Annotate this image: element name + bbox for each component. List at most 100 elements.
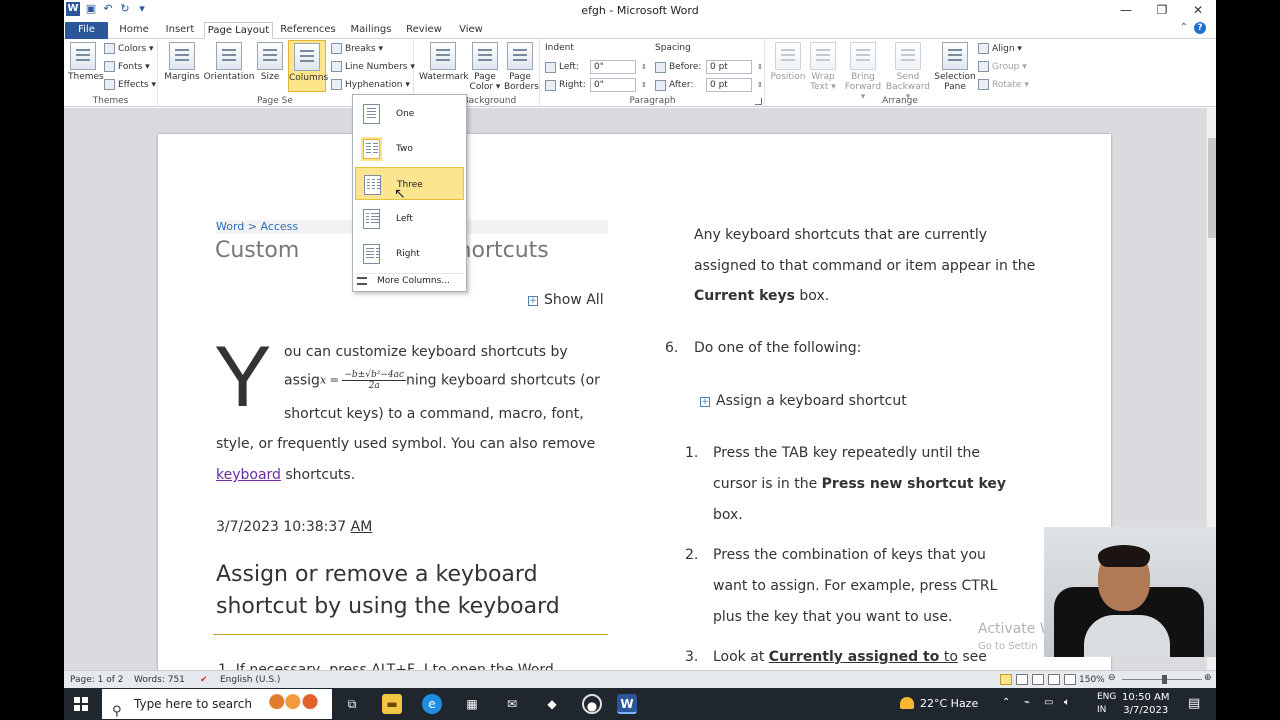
- zoom-slider-knob[interactable]: [1162, 675, 1167, 684]
- language-indicator[interactable]: English (U.S.): [220, 675, 280, 685]
- wrap-text-button[interactable]: Wrap Text ▾: [808, 42, 838, 92]
- keyboard-link[interactable]: keyboard: [216, 467, 281, 483]
- columns-button[interactable]: Columns: [288, 40, 328, 92]
- windows-start-icon[interactable]: [74, 697, 88, 711]
- outline-view-icon[interactable]: [1048, 674, 1060, 685]
- language-tray[interactable]: ENG IN: [1097, 691, 1116, 717]
- mail-icon[interactable]: ✉: [502, 694, 522, 714]
- close-button[interactable]: ✕: [1180, 0, 1216, 21]
- weather-widget[interactable]: 22°C Haze: [900, 697, 978, 710]
- print-layout-view-icon[interactable]: [1000, 674, 1012, 685]
- full-screen-view-icon[interactable]: [1016, 674, 1028, 685]
- webcam-person-shirt: [1084, 615, 1170, 657]
- margins-button[interactable]: Margins: [164, 42, 200, 82]
- battery-icon[interactable]: ▭: [1044, 697, 1053, 720]
- colors-button[interactable]: Colors ▾: [104, 43, 154, 54]
- volume-icon[interactable]: 🔈︎: [1064, 697, 1070, 720]
- file-explorer-icon[interactable]: ▬: [382, 694, 402, 714]
- indent-left-field[interactable]: 0": [590, 60, 636, 74]
- zoom-in-icon[interactable]: ⊕: [1204, 673, 1212, 683]
- page-color-button[interactable]: Page Color ▾: [469, 42, 501, 92]
- tab-home[interactable]: Home: [116, 22, 152, 39]
- help-icon[interactable]: ?: [1194, 22, 1206, 34]
- columns-option-one[interactable]: One: [355, 97, 464, 130]
- group-objects-button[interactable]: Group ▾: [978, 61, 1027, 72]
- microsoft-store-icon[interactable]: ▦: [462, 694, 482, 714]
- effects-button[interactable]: Effects ▾: [104, 79, 156, 90]
- breaks-button[interactable]: Breaks ▾: [331, 43, 383, 54]
- mouse-cursor-icon: ↖: [394, 186, 406, 202]
- spacing-after-spinner[interactable]: ⇕: [757, 81, 763, 89]
- word-count[interactable]: Words: 751: [134, 675, 185, 685]
- themes-button[interactable]: Themes: [68, 42, 104, 82]
- edge-browser-icon[interactable]: e: [422, 694, 442, 714]
- web-layout-view-icon[interactable]: [1032, 674, 1044, 685]
- arrange-group-label: Arrange: [882, 96, 918, 106]
- page-count[interactable]: Page: 1 of 2: [70, 675, 124, 685]
- line-numbers-button[interactable]: Line Numbers ▾: [331, 61, 415, 72]
- chrome-icon[interactable]: ●: [582, 694, 602, 714]
- network-icon[interactable]: ⌁: [1024, 697, 1030, 720]
- tab-review[interactable]: Review: [405, 22, 443, 39]
- taskbar-search-box[interactable]: ⚲ Type here to search: [102, 689, 332, 719]
- step6-number: 6.: [665, 340, 679, 356]
- colors-icon: [104, 43, 115, 54]
- columns-option-two[interactable]: Two: [355, 132, 464, 165]
- align-button[interactable]: Align ▾: [978, 43, 1022, 54]
- proofing-icon[interactable]: ✔: [200, 675, 208, 685]
- columns-icon: [294, 43, 320, 71]
- tab-mailings[interactable]: Mailings: [347, 22, 395, 39]
- expand-plus-icon: +: [528, 296, 538, 306]
- document-area[interactable]: Word > Access Custom ard shortcuts + Show…: [64, 108, 1206, 670]
- scroll-thumb[interactable]: [1208, 138, 1216, 238]
- tab-file[interactable]: File: [65, 22, 108, 39]
- spacing-before-field[interactable]: 0 pt: [706, 60, 752, 74]
- draft-view-icon[interactable]: [1064, 674, 1076, 685]
- system-clock[interactable]: 10:50 AM 3/7/2023: [1122, 691, 1169, 717]
- spacing-before-spinner[interactable]: ⇕: [757, 63, 763, 71]
- two-columns-icon: [363, 139, 380, 159]
- position-button[interactable]: Position: [768, 42, 808, 82]
- spacing-before-icon: [655, 61, 666, 73]
- paragraph-dialog-launcher[interactable]: [755, 98, 762, 105]
- fonts-button[interactable]: Fonts ▾: [104, 61, 150, 72]
- minimize-button[interactable]: —: [1108, 0, 1144, 21]
- assign-shortcut-expander[interactable]: + Assign a keyboard shortcut: [700, 393, 907, 409]
- minimize-ribbon-icon[interactable]: ⌃: [1180, 22, 1188, 34]
- orientation-button[interactable]: Orientation: [203, 42, 255, 82]
- tab-page-layout[interactable]: Page Layout: [204, 22, 273, 39]
- selection-pane-button[interactable]: Selection Pane: [934, 42, 976, 92]
- bring-forward-icon: [850, 42, 876, 70]
- size-button[interactable]: Size: [257, 42, 283, 82]
- word-taskbar-icon[interactable]: W: [617, 694, 637, 714]
- zoom-level[interactable]: 150%: [1079, 675, 1105, 685]
- send-backward-button[interactable]: Send Backward ▾: [886, 42, 930, 102]
- indent-right-field[interactable]: 0": [590, 78, 636, 92]
- tab-insert[interactable]: Insert: [162, 22, 198, 39]
- document-page[interactable]: Word > Access Custom ard shortcuts + Show…: [158, 134, 1111, 670]
- columns-option-left[interactable]: Left: [355, 202, 464, 235]
- heading-line1: Assign or remove a keyboard: [216, 562, 538, 587]
- watermark-button[interactable]: Watermark: [419, 42, 469, 82]
- task-view-icon[interactable]: ⧉: [342, 694, 362, 714]
- rotate-button[interactable]: Rotate ▾: [978, 79, 1029, 90]
- tab-view[interactable]: View: [455, 22, 487, 39]
- spacing-after-field[interactable]: 0 pt: [706, 78, 752, 92]
- indent-right-spinner[interactable]: ⇕: [641, 81, 647, 89]
- tab-references[interactable]: References: [280, 22, 336, 39]
- restore-button[interactable]: ❐: [1144, 0, 1180, 21]
- page-borders-button[interactable]: Page Borders: [504, 42, 539, 92]
- zoom-out-icon[interactable]: ⊖: [1108, 673, 1116, 683]
- show-hidden-icons-icon[interactable]: ⌃: [1002, 697, 1010, 720]
- app-icon[interactable]: ◆: [542, 694, 562, 714]
- columns-option-right[interactable]: Right: [355, 237, 464, 270]
- more-columns-item[interactable]: More Columns...: [357, 276, 450, 286]
- ribbon-tabs: File Home Insert Page Layout References …: [64, 21, 1216, 39]
- indent-left-spinner[interactable]: ⇕: [641, 63, 647, 71]
- show-all-link[interactable]: + Show All: [528, 292, 604, 308]
- notifications-icon[interactable]: ▤: [1188, 696, 1200, 720]
- bring-forward-button[interactable]: Bring Forward ▾: [842, 42, 884, 102]
- arrange-group: Position Wrap Text ▾ Bring Forward ▾ Sen…: [766, 39, 1034, 107]
- hyphenation-button[interactable]: Hyphenation ▾: [331, 79, 410, 90]
- columns-option-three[interactable]: Three: [355, 167, 464, 200]
